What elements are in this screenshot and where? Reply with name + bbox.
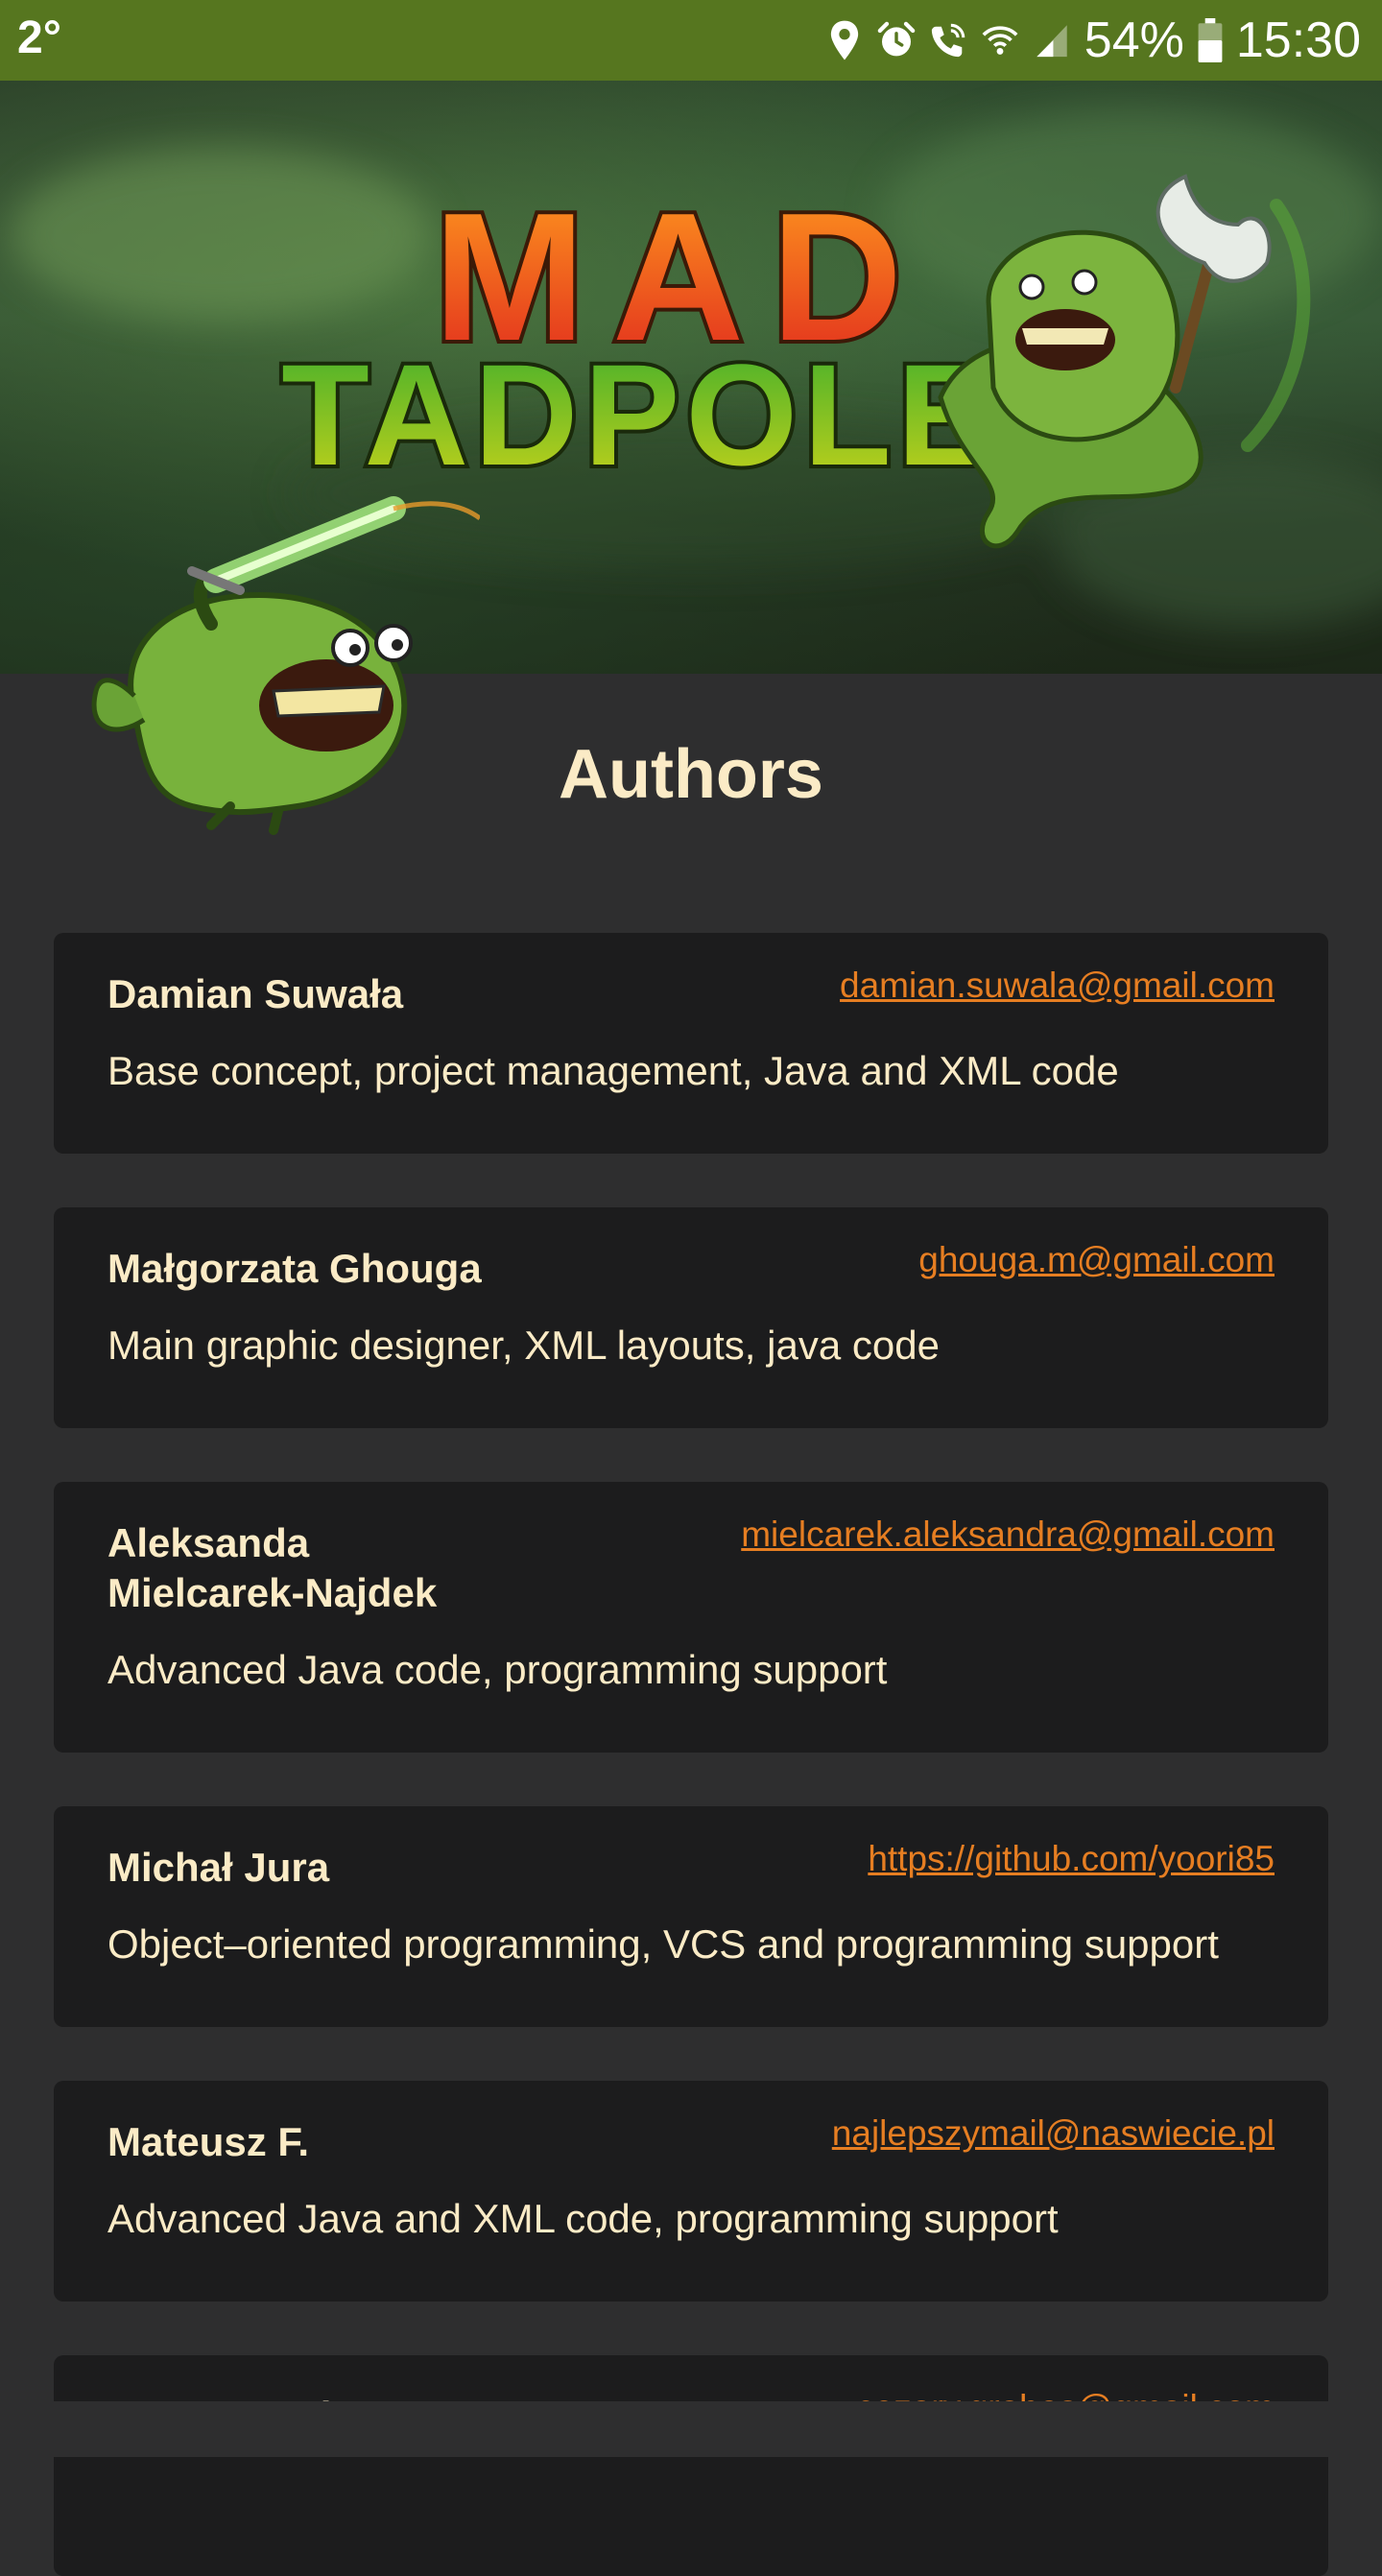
author-role: Advanced Java code, programming support — [107, 1647, 888, 1692]
alarm-icon — [877, 21, 916, 57]
navigation-bar-area — [0, 2401, 1382, 2457]
location-icon — [830, 20, 858, 60]
author-email-link[interactable]: mielcarek.aleksandra@gmail.com — [741, 1515, 1275, 1555]
author-role: Advanced Java and XML code, programming … — [107, 2196, 1059, 2241]
weather-temperature: 2° — [17, 12, 61, 63]
author-card: Mateusz F. najlepszymail@naswiecie.pl Ad… — [54, 2081, 1328, 2302]
author-email-link[interactable]: ghouga.m@gmail.com — [918, 1240, 1275, 1280]
author-card: Damian Suwała damian.suwala@gmail.com Ba… — [54, 933, 1328, 1154]
author-card: Michał Jura https://github.com/yoori85 O… — [54, 1806, 1328, 2027]
author-name: Michał Jura — [107, 1845, 330, 1890]
author-role: Object–oriented programming, VCS and pro… — [107, 1921, 1219, 1967]
battery-icon — [1198, 18, 1223, 62]
wifi-icon — [982, 26, 1018, 55]
author-name: Mateusz F. — [107, 2119, 310, 2164]
battery-percent: 54% — [1084, 12, 1184, 68]
author-name: Damian Suwała — [107, 971, 404, 1016]
author-card: Cezary Grabos cezary.grabos@gmail.com — [54, 2355, 1328, 2576]
wifi-calling-icon — [931, 23, 965, 58]
author-role: Base concept, project management, Java a… — [107, 1048, 1119, 1093]
author-card: Aleksanda Mielcarek-Najdek mielcarek.ale… — [54, 1482, 1328, 1753]
author-role: Main graphic designer, XML layouts, java… — [107, 1323, 940, 1368]
author-name: Aleksanda Mielcarek-Najdek — [107, 1520, 438, 1615]
author-email-link[interactable]: damian.suwala@gmail.com — [840, 966, 1275, 1006]
clock: 15:30 — [1235, 12, 1361, 68]
cellular-signal-icon — [1036, 25, 1067, 58]
status-bar: 2° 54% 15:30 — [0, 0, 1382, 81]
author-email-link[interactable]: najlepszymail@naswiecie.pl — [832, 2113, 1275, 2154]
status-icons: 54% 15:30 — [825, 0, 1361, 81]
author-card: Małgorzata Ghouga ghouga.m@gmail.com Mai… — [54, 1207, 1328, 1428]
author-github-link[interactable]: https://github.com/yoori85 — [868, 1839, 1275, 1879]
page-title: Authors — [559, 736, 823, 813]
author-name: Małgorzata Ghouga — [107, 1246, 482, 1291]
